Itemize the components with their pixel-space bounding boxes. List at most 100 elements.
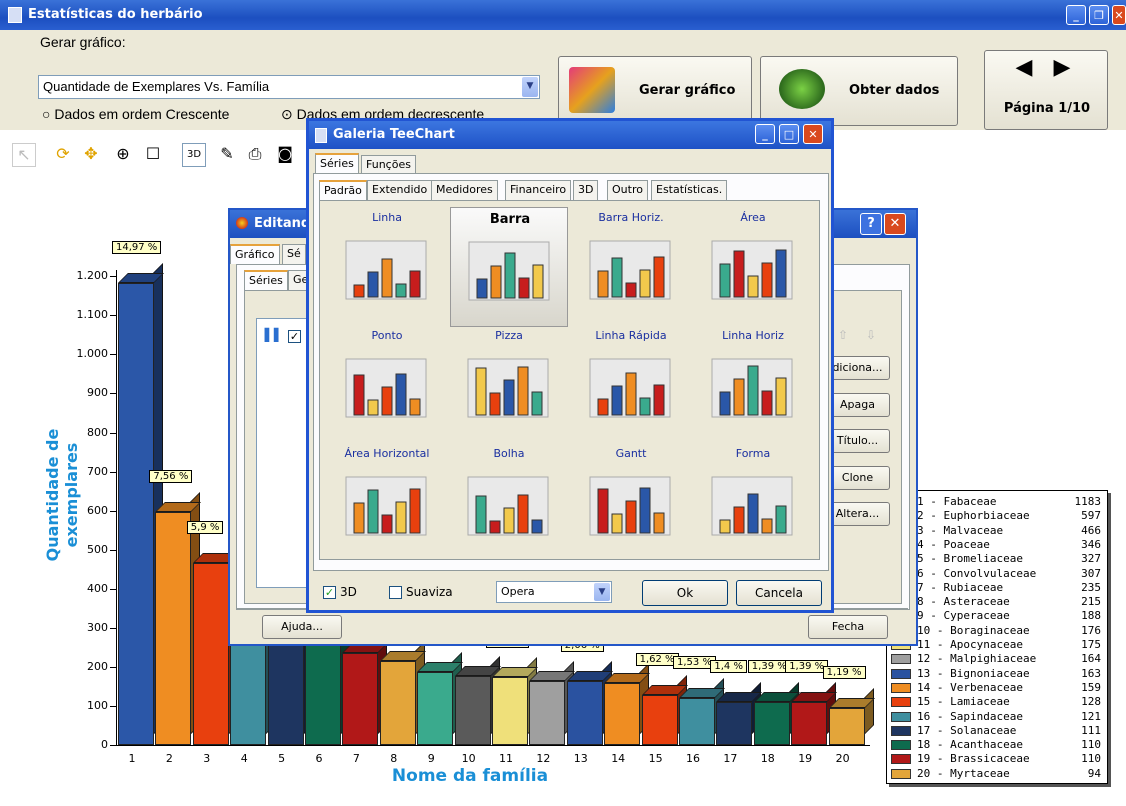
tab-grafico[interactable]: Gráfico [230,244,280,264]
legend-item: 13 - Bignoniaceae 163 [891,667,1103,681]
legend-item: 10 - Boraginaceae 176 [891,624,1103,638]
pointer-icon[interactable]: ↖ [12,143,36,167]
legend-value: 121 [1081,709,1101,723]
legend-swatch [891,682,911,693]
gallery-close-button[interactable]: ✕ [803,124,823,144]
legend-label: 15 - Lamiaceae [917,695,1010,709]
gallery-item[interactable]: Área Horizontal [328,443,446,563]
gerar-grafico-button[interactable]: Gerar gráfico [558,56,752,126]
move-up-icon[interactable]: ⇧ [838,328,848,342]
legend-item: 2 - Euphorbiaceae 597 [891,509,1103,523]
gallery-item[interactable]: Área [694,207,812,327]
clone-button[interactable]: Clone [825,466,890,490]
legend-label: 19 - Brassicaceae [917,752,1030,766]
next-page-button[interactable]: ▶ [1047,55,1077,81]
print-icon[interactable]: ⎙ [244,143,266,165]
export-icon[interactable]: ◙ [274,143,296,165]
restore-button[interactable]: ❐ [1089,5,1109,25]
chart-thumbnail-icon [711,240,793,300]
subtab-3[interactable]: Financeiro [505,180,572,200]
chart-type-select[interactable]: Quantidade de Exemplares Vs. Família ▼ [38,75,540,99]
legend-item: 3 - Malvaceae 466 [891,524,1103,538]
legend-value: 176 [1081,623,1101,637]
gallery-item[interactable]: Gantt [572,443,690,563]
tab-series-editor[interactable]: Sé [282,244,306,264]
legend-value: 215 [1081,595,1101,609]
minimize-button[interactable]: _ [1066,5,1086,25]
move-icon[interactable]: ✥ [80,143,102,165]
chevron-down-icon[interactable]: ▼ [522,77,538,97]
gallery-item[interactable]: Barra [450,207,568,327]
gallery-item[interactable]: Linha [328,207,446,327]
gallery-minimize-button[interactable]: _ [755,124,775,144]
editor-close-button[interactable]: ✕ [884,213,906,235]
move-down-icon[interactable]: ⇩ [866,328,876,342]
ok-button[interactable]: Ok [642,580,728,606]
obter-dados-button[interactable]: Obter dados [760,56,958,126]
subtab-4[interactable]: 3D [573,180,599,200]
edit-icon[interactable]: ✎ [216,143,238,165]
rotate-icon[interactable]: ⟳ [52,143,74,165]
adiciona-button[interactable]: diciona... [825,356,890,380]
gallery-item-label: Linha Rápida [595,329,667,342]
checkbox-suaviza[interactable] [389,586,402,599]
gallery-item[interactable]: Forma [694,443,812,563]
chart-icon [569,67,615,113]
gallery-item[interactable]: Linha Horiz [694,325,812,445]
series-checkbox[interactable]: ✓ [288,330,301,343]
gallery-item[interactable]: Barra Horiz. [572,207,690,327]
legend-swatch [891,725,911,736]
gallery-item[interactable]: Pizza [450,325,568,445]
gallery-item-label: Linha Horiz [722,329,784,342]
depth-icon[interactable]: ☐ [142,143,164,165]
legend-value: 597 [1081,509,1101,523]
chart-type-selected: Quantidade de Exemplares Vs. Família [43,79,270,94]
legend-value: 110 [1081,752,1101,766]
zoom-icon[interactable]: ⊕ [112,143,134,165]
legend-label: 14 - Verbenaceae [917,680,1023,694]
ajuda-button[interactable]: Ajuda... [262,615,342,639]
cancel-button[interactable]: Cancela [736,580,822,606]
gallery-app-icon [315,128,327,143]
gallery-item[interactable]: Ponto [328,325,446,445]
chart-thumbnail-icon [467,358,549,418]
help-button[interactable]: ? [860,213,882,235]
altera-button[interactable]: Altera... [825,502,890,526]
fecha-button[interactable]: Fecha [808,615,888,639]
gallery-maximize-button[interactable]: □ [779,124,799,144]
subtab-5[interactable]: Outro [607,180,648,200]
tab-gallery-funcoes[interactable]: Funções [361,155,416,175]
legend-item: 12 - Malpighiaceae 164 [891,652,1103,666]
subtab-padrao[interactable]: Padrão [319,180,367,200]
subtab-1[interactable]: Extendido [367,180,433,200]
legend-item: 9 - Cyperaceae 188 [891,609,1103,623]
gallery-subtabs: Padrão Extendido Medidores Financeiro 3D Outr… [319,180,819,200]
gallery-item[interactable]: Bolha [450,443,568,563]
legend-value: 164 [1081,652,1101,666]
theme-select[interactable]: Opera ▼ [496,581,612,603]
gallery-title-bar: Galeria TeeChart _ □ ✕ [309,121,831,149]
tab-gallery-series[interactable]: Séries [315,153,359,173]
subtab-6[interactable]: Estatísticas. [651,180,728,200]
legend-swatch [891,754,911,765]
order-asc-radio[interactable]: ○ Dados em ordem Crescente [42,106,229,122]
chart-xlabel: Nome da família [391,766,549,786]
close-button[interactable]: ✕ [1112,5,1126,25]
subtab-2[interactable]: Medidores [431,180,498,200]
prev-page-button[interactable]: ◀ [1009,55,1039,81]
3d-toggle-icon[interactable]: 3D [182,143,206,167]
legend-value: 307 [1081,566,1101,580]
titulo-button[interactable]: Título... [825,429,890,453]
gallery-item[interactable]: Linha Rápida [572,325,690,445]
legend-label: 18 - Acanthaceae [917,738,1023,752]
checkbox-3d[interactable]: ✓ [323,586,336,599]
window-title: Estatísticas do herbário [28,7,203,22]
legend-value: 327 [1081,552,1101,566]
subtab-series[interactable]: Séries [244,270,288,290]
gallery-item-label: Forma [735,447,771,460]
theme-chevron-down-icon[interactable]: ▼ [594,583,610,601]
chart-thumbnail-icon [345,358,427,418]
legend-item: 5 - Bromeliaceae 327 [891,552,1103,566]
legend-item: 17 - Solanaceae 111 [891,724,1103,738]
apaga-button[interactable]: Apaga [825,393,890,417]
